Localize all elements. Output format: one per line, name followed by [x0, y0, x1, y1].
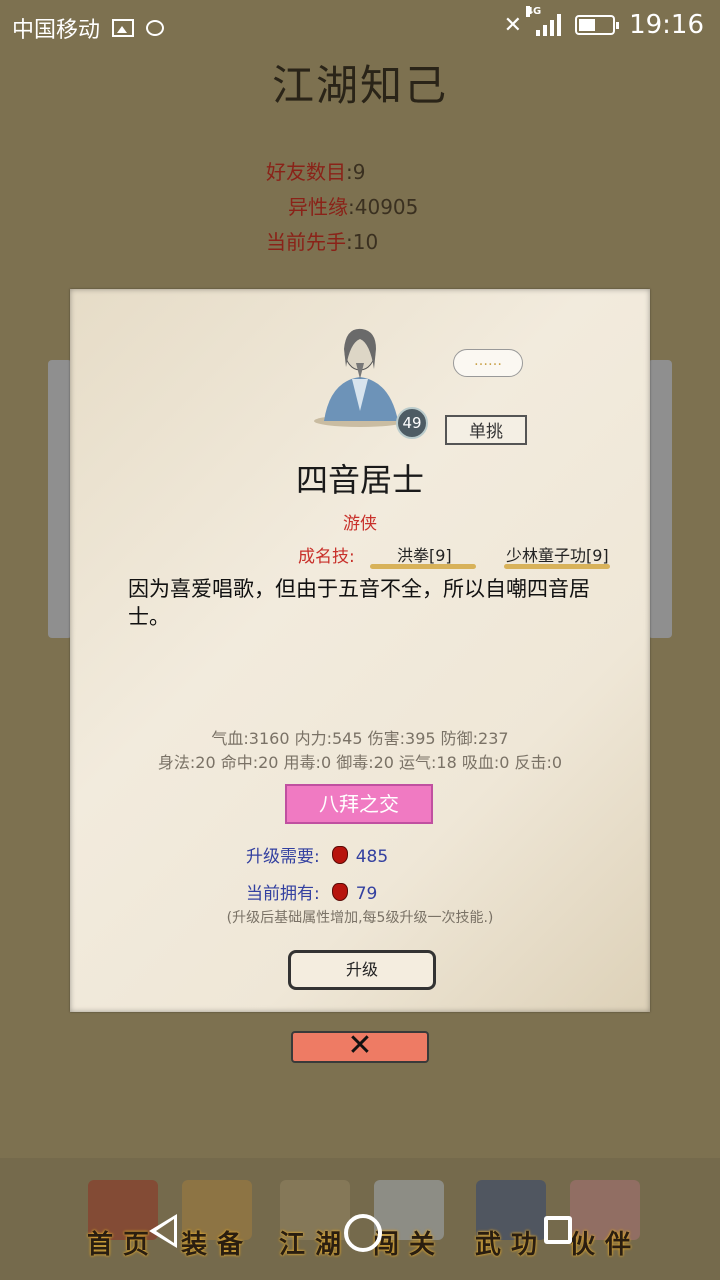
skill-underline — [370, 564, 476, 569]
image-icon — [112, 19, 135, 37]
initiative-row: 当前先手:10 — [266, 226, 378, 255]
signal-icon: 4G — [526, 6, 562, 36]
chat-icon — [146, 20, 165, 36]
skill-item[interactable]: 洪拳[9] — [397, 542, 452, 566]
close-button[interactable]: ✕ — [291, 1031, 429, 1063]
mute-icon: ✕ — [503, 12, 523, 38]
carrier-label: 中国移动 — [12, 18, 101, 43]
signature-skills-label: 成名技: — [298, 547, 355, 567]
npc-portrait — [314, 328, 406, 427]
npc-name: 四音居士 — [295, 461, 424, 499]
current-have-value: 79 — [355, 884, 378, 904]
attributes-line: 身法:20 命中:20 用毒:0 御毒:20 运气:18 吸血:0 反击:0 — [157, 753, 563, 772]
skill-item[interactable]: 少林童子功[9] — [506, 542, 609, 566]
back-icon[interactable] — [149, 1214, 177, 1248]
romance-row: 异性缘:40905 — [288, 191, 418, 220]
npc-description: 因为喜爱唱歌，但由于五音不全，所以自嘲四音居士。 — [128, 577, 590, 629]
background-card-left — [48, 360, 72, 638]
home-icon[interactable] — [344, 1214, 382, 1252]
stat-value: :10 — [346, 230, 379, 254]
battery-icon — [575, 15, 620, 35]
recent-apps-icon[interactable] — [544, 1216, 572, 1244]
level-badge: 49 — [396, 407, 428, 439]
upgrade-cost-row: 升级需要: 485 — [246, 842, 388, 867]
sworn-brotherhood-button[interactable]: 八拜之交 — [285, 784, 433, 824]
stat-value: :9 — [346, 160, 366, 184]
background-card-right — [648, 360, 672, 638]
npc-detail-dialog: 49 …… 单挑 四音居士 游侠 成名技: 洪拳[9] 少林童子功[9] 因为喜… — [70, 289, 650, 1012]
upgrade-need-label: 升级需要: — [246, 847, 320, 867]
stat-key: 当前先手 — [266, 230, 346, 254]
attributes-line: 气血:3160 内力:545 伤害:395 防御:237 — [211, 729, 509, 748]
speech-bubble: …… — [453, 349, 523, 377]
npc-class: 游侠 — [343, 514, 377, 534]
page-title: 江湖知己 — [271, 61, 448, 110]
stat-value: :40905 — [348, 195, 419, 219]
status-bar: 中国移动 ✕ 4G 19:16 — [0, 0, 720, 50]
stat-key: 异性缘 — [288, 195, 348, 219]
upgrade-need-value: 485 — [355, 847, 389, 867]
network-label: 4G — [526, 6, 542, 17]
owned-row: 当前拥有: 79 — [246, 879, 377, 904]
current-have-label: 当前拥有: — [246, 884, 320, 904]
skill-underline — [504, 564, 610, 569]
upgrade-button[interactable]: 升级 — [288, 950, 436, 990]
gourd-icon — [331, 883, 348, 901]
friend-count-row: 好友数目:9 — [266, 156, 365, 185]
clock: 19:16 — [629, 10, 704, 40]
duel-button[interactable]: 单挑 — [445, 415, 527, 445]
system-navigation-bar — [0, 1200, 720, 1270]
gourd-icon — [331, 846, 348, 864]
stat-key: 好友数目 — [266, 160, 346, 184]
upgrade-hint: (升级后基础属性增加,每5级升级一次技能.) — [226, 910, 494, 926]
